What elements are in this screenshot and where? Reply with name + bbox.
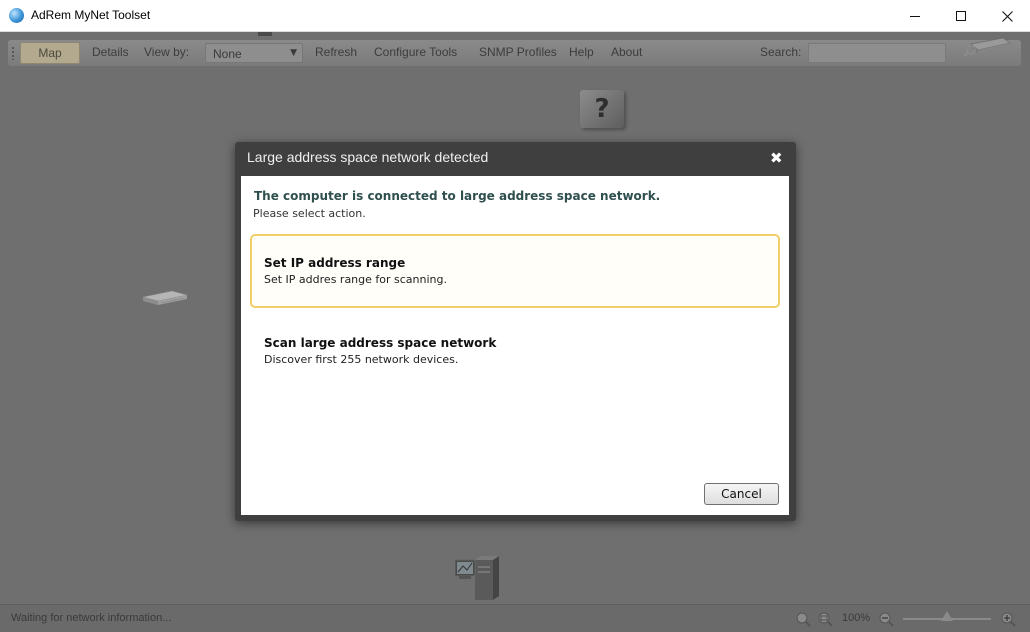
configure-tools-button[interactable]: Configure Tools bbox=[374, 45, 457, 59]
cancel-button[interactable]: Cancel bbox=[704, 483, 779, 505]
dialog-subheading: Please select action. bbox=[253, 207, 366, 220]
dropdown-arrow-icon: ▼ bbox=[290, 48, 297, 58]
dialog-heading: The computer is connected to large addre… bbox=[254, 189, 661, 203]
option-title: Set IP address range bbox=[264, 256, 406, 270]
toolbar-grip-icon[interactable] bbox=[11, 46, 15, 60]
dialog-body: The computer is connected to large addre… bbox=[241, 176, 789, 515]
set-ip-range-option[interactable]: Set IP address range Set IP addres range… bbox=[250, 234, 780, 308]
globe-icon bbox=[9, 8, 24, 23]
minimize-icon bbox=[910, 15, 920, 17]
zoom-level: 100% bbox=[842, 612, 871, 624]
zoom-fit-icon[interactable] bbox=[795, 611, 811, 627]
option-description: Discover first 255 network devices. bbox=[264, 353, 459, 366]
viewby-select-value: None bbox=[213, 47, 242, 61]
status-bar: Waiting for network information... 100% bbox=[0, 604, 1030, 632]
scan-large-network-option[interactable]: Scan large address space network Discove… bbox=[250, 314, 780, 388]
snmp-profiles-button[interactable]: SNMP Profiles bbox=[479, 45, 557, 59]
minimize-button[interactable] bbox=[892, 0, 938, 32]
window-title: AdRem MyNet Toolset bbox=[31, 8, 151, 22]
status-text: Waiting for network information... bbox=[11, 612, 172, 624]
search-label: Search: bbox=[760, 45, 802, 59]
toolbar: Map Details View by: None ▼ Refresh Conf… bbox=[8, 37, 1021, 66]
unknown-device-icon[interactable]: ? bbox=[580, 90, 624, 128]
dialog-title: Large address space network detected bbox=[247, 149, 489, 165]
dialog-close-icon[interactable]: ✖ bbox=[770, 149, 783, 167]
map-canvas[interactable]: Map Details View by: None ▼ Refresh Conf… bbox=[0, 32, 1030, 632]
maximize-icon bbox=[956, 11, 966, 21]
details-tab[interactable]: Details bbox=[92, 45, 129, 59]
close-window-button[interactable] bbox=[984, 0, 1030, 32]
search-input[interactable] bbox=[808, 43, 946, 63]
viewby-label: View by: bbox=[144, 45, 190, 59]
maximize-button[interactable] bbox=[938, 0, 984, 32]
zoom-out-icon[interactable] bbox=[878, 611, 894, 627]
large-network-dialog: Large address space network detected ✖ T… bbox=[235, 142, 796, 521]
map-tab[interactable]: Map bbox=[20, 42, 80, 64]
about-button[interactable]: About bbox=[611, 45, 642, 59]
option-description: Set IP addres range for scanning. bbox=[264, 273, 447, 286]
title-bar: AdRem MyNet Toolset bbox=[0, 0, 1030, 32]
server-workstation-icon[interactable] bbox=[455, 556, 501, 606]
device-stub-icon bbox=[258, 32, 272, 36]
viewby-select[interactable]: None ▼ bbox=[205, 43, 303, 63]
help-button[interactable]: Help bbox=[569, 45, 594, 59]
zoom-in-icon[interactable] bbox=[1000, 611, 1016, 627]
zoom-actual-size-icon[interactable] bbox=[817, 611, 833, 627]
refresh-button[interactable]: Refresh bbox=[315, 45, 357, 59]
zoom-slider-thumb[interactable] bbox=[941, 611, 953, 621]
network-switch-icon[interactable] bbox=[142, 290, 188, 306]
network-switch-icon bbox=[963, 37, 1011, 56]
option-title: Scan large address space network bbox=[264, 336, 497, 350]
close-icon bbox=[1001, 10, 1013, 22]
